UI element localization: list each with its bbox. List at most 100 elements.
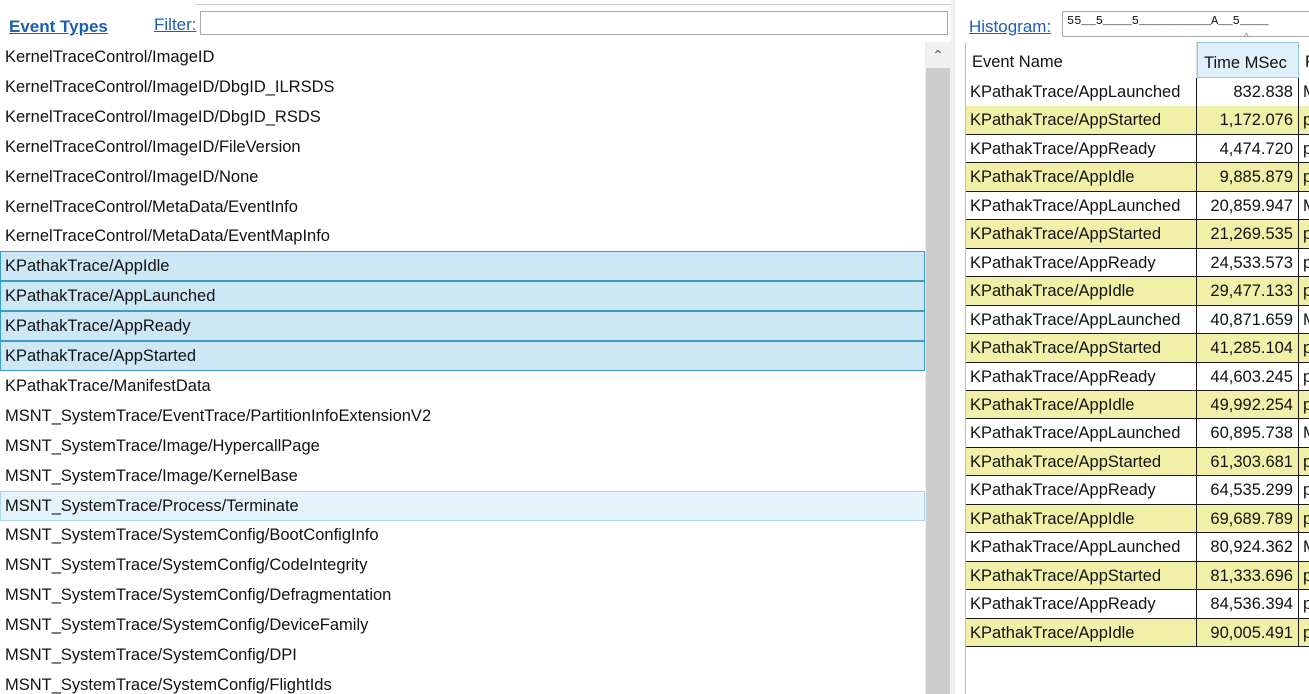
table-row[interactable]: KPathakTrace/AppReady24,533.573p — [966, 248, 1309, 278]
event-type-item[interactable]: KPathakTrace/AppReady — [0, 311, 925, 342]
event-name-cell: KPathakTrace/AppStarted — [966, 334, 1197, 363]
process-cell: p — [1299, 619, 1309, 648]
event-type-item[interactable]: KernelTraceControl/ImageID/DbgID_RSDS — [0, 102, 925, 132]
event-type-item[interactable]: MSNT_SystemTrace/SystemConfig/BootConfig… — [0, 520, 925, 550]
table-row[interactable]: KPathakTrace/AppStarted61,303.681p — [966, 447, 1309, 477]
event-type-item[interactable]: KernelTraceControl/ImageID/None — [0, 162, 925, 192]
process-cell: M — [1299, 78, 1309, 107]
table-row[interactable]: KPathakTrace/AppStarted1,172.076p — [966, 106, 1309, 135]
table-row[interactable]: KPathakTrace/AppReady4,474.720p — [966, 134, 1309, 164]
event-name-cell: KPathakTrace/AppIdle — [966, 163, 1197, 192]
column-header-time-msec[interactable]: ^ Time MSec — [1197, 32, 1299, 78]
process-cell: p — [1299, 363, 1309, 391]
event-type-item[interactable]: MSNT_SystemTrace/SystemConfig/CodeIntegr… — [0, 550, 925, 580]
event-name-cell: KPathakTrace/AppLaunched — [966, 419, 1197, 448]
events-panel: Histogram: 55__5____5__________A__5____ … — [955, 0, 1309, 694]
time-msec-cell: 24,533.573 — [1197, 248, 1299, 278]
table-row[interactable]: KPathakTrace/AppReady84,536.394p — [966, 590, 1309, 619]
time-msec-cell: 9,885.879 — [1197, 163, 1299, 192]
event-name-cell: KPathakTrace/AppStarted — [966, 106, 1197, 135]
event-name-cell: KPathakTrace/AppReady — [966, 590, 1197, 619]
event-type-item[interactable]: KPathakTrace/ManifestData — [0, 371, 925, 401]
event-types-header: Event Types Filter: — [0, 0, 955, 40]
time-msec-cell: 90,005.491 — [1197, 618, 1299, 648]
event-type-item[interactable]: MSNT_SystemTrace/Process/Terminate — [0, 490, 925, 521]
process-cell: p — [1299, 249, 1309, 278]
process-cell: p — [1299, 277, 1309, 306]
process-cell: M — [1299, 533, 1309, 562]
table-row[interactable]: KPathakTrace/AppIdle9,885.879p — [966, 163, 1309, 192]
process-cell: p — [1299, 448, 1309, 477]
process-cell: p — [1299, 505, 1309, 534]
sort-ascending-icon: ^ — [1244, 32, 1249, 43]
event-list-scrollbar[interactable]: ⌃ — [925, 42, 951, 694]
table-row[interactable]: KPathakTrace/AppStarted41,285.104p — [966, 334, 1309, 363]
process-cell: p — [1299, 106, 1309, 135]
table-row[interactable]: KPathakTrace/AppStarted81,333.696p — [966, 561, 1309, 591]
table-row[interactable]: KPathakTrace/AppIdle69,689.789p — [966, 504, 1309, 534]
column-header-label: Time MSec — [1204, 54, 1287, 72]
event-name-cell: KPathakTrace/AppIdle — [966, 618, 1197, 648]
table-row[interactable]: KPathakTrace/AppLaunched60,895.738M — [966, 419, 1309, 448]
table-row[interactable]: KPathakTrace/AppLaunched832.838M — [966, 78, 1309, 107]
table-row[interactable]: KPathakTrace/AppIdle90,005.491p — [966, 618, 1309, 648]
histogram-link[interactable]: Histogram: — [969, 17, 1051, 37]
table-row[interactable]: KPathakTrace/AppLaunched40,871.659M — [966, 305, 1309, 335]
event-type-item[interactable]: MSNT_SystemTrace/SystemConfig/DeviceFami… — [0, 610, 925, 640]
process-cell: p — [1299, 476, 1309, 505]
event-type-item[interactable]: MSNT_SystemTrace/SystemConfig/FlightIds — [0, 670, 925, 694]
event-type-item[interactable]: MSNT_SystemTrace/Image/KernelBase — [0, 461, 925, 491]
time-msec-cell: 21,269.535 — [1197, 220, 1299, 249]
time-msec-cell: 49,992.254 — [1197, 390, 1299, 420]
event-name-cell: KPathakTrace/AppLaunched — [966, 533, 1197, 562]
scrollbar-thumb[interactable] — [926, 68, 950, 694]
time-msec-cell: 60,895.738 — [1197, 419, 1299, 448]
table-row[interactable]: KPathakTrace/AppLaunched80,924.362M — [966, 533, 1309, 562]
time-msec-cell: 29,477.133 — [1197, 277, 1299, 306]
process-cell: p — [1299, 590, 1309, 619]
process-cell: M — [1299, 306, 1309, 335]
event-name-cell: KPathakTrace/AppLaunched — [966, 191, 1197, 221]
event-type-item[interactable]: KernelTraceControl/MetaData/EventInfo — [0, 192, 925, 222]
event-name-cell: KPathakTrace/AppStarted — [966, 220, 1197, 249]
event-name-cell: KPathakTrace/AppIdle — [966, 277, 1197, 306]
time-msec-cell: 44,603.245 — [1197, 362, 1299, 391]
table-row[interactable]: KPathakTrace/AppLaunched20,859.947M — [966, 191, 1309, 221]
time-msec-cell: 832.838 — [1197, 78, 1299, 107]
event-type-item[interactable]: MSNT_SystemTrace/SystemConfig/DPI — [0, 640, 925, 670]
event-name-cell: KPathakTrace/AppLaunched — [966, 305, 1197, 335]
table-row[interactable]: KPathakTrace/AppIdle49,992.254p — [966, 390, 1309, 420]
table-row[interactable]: KPathakTrace/AppReady64,535.299p — [966, 476, 1309, 505]
event-type-item[interactable]: MSNT_SystemTrace/EventTrace/PartitionInf… — [0, 401, 925, 431]
event-name-cell: KPathakTrace/AppReady — [966, 476, 1197, 505]
event-type-item[interactable]: KernelTraceControl/ImageID/FileVersion — [0, 132, 925, 162]
event-type-item[interactable]: KernelTraceControl/MetaData/EventMapInfo — [0, 221, 925, 251]
table-row[interactable]: KPathakTrace/AppReady44,603.245p — [966, 362, 1309, 391]
event-name-cell: KPathakTrace/AppIdle — [966, 504, 1197, 534]
time-msec-cell: 80,924.362 — [1197, 533, 1299, 562]
filter-link[interactable]: Filter: — [154, 15, 197, 35]
time-msec-cell: 84,536.394 — [1197, 590, 1299, 619]
event-type-item[interactable]: KernelTraceControl/ImageID — [0, 42, 925, 72]
column-header-event-name[interactable]: Event Name — [966, 42, 1197, 78]
event-type-item[interactable]: MSNT_SystemTrace/Image/HypercallPage — [0, 431, 925, 461]
table-row[interactable]: KPathakTrace/AppStarted21,269.535p — [966, 220, 1309, 249]
event-type-item[interactable]: KPathakTrace/AppLaunched — [0, 281, 925, 312]
process-cell: p — [1299, 163, 1309, 192]
column-header-process[interactable]: P — [1299, 42, 1309, 78]
event-types-link[interactable]: Event Types — [9, 17, 108, 37]
event-types-list: KernelTraceControl/ImageID KernelTraceCon… — [0, 42, 925, 694]
table-row[interactable]: KPathakTrace/AppIdle29,477.133p — [966, 277, 1309, 306]
event-type-item[interactable]: KPathakTrace/AppIdle — [0, 251, 925, 282]
time-msec-cell: 1,172.076 — [1197, 106, 1299, 135]
event-type-item[interactable]: MSNT_SystemTrace/SystemConfig/Defragment… — [0, 580, 925, 610]
process-cell: p — [1299, 334, 1309, 363]
event-type-item[interactable]: KernelTraceControl/ImageID/DbgID_ILRSDS — [0, 72, 925, 102]
event-name-cell: KPathakTrace/AppReady — [966, 362, 1197, 391]
event-type-item[interactable]: KPathakTrace/AppStarted — [0, 341, 925, 371]
process-cell: p — [1299, 135, 1309, 164]
histogram-display: 55__5____5__________A__5____ — [1062, 11, 1309, 37]
events-grid: Event Name ^ Time MSec P KPathakTrace/Ap… — [965, 32, 1309, 694]
chevron-up-icon[interactable]: ⌃ — [925, 42, 951, 68]
filter-input[interactable] — [200, 11, 948, 35]
